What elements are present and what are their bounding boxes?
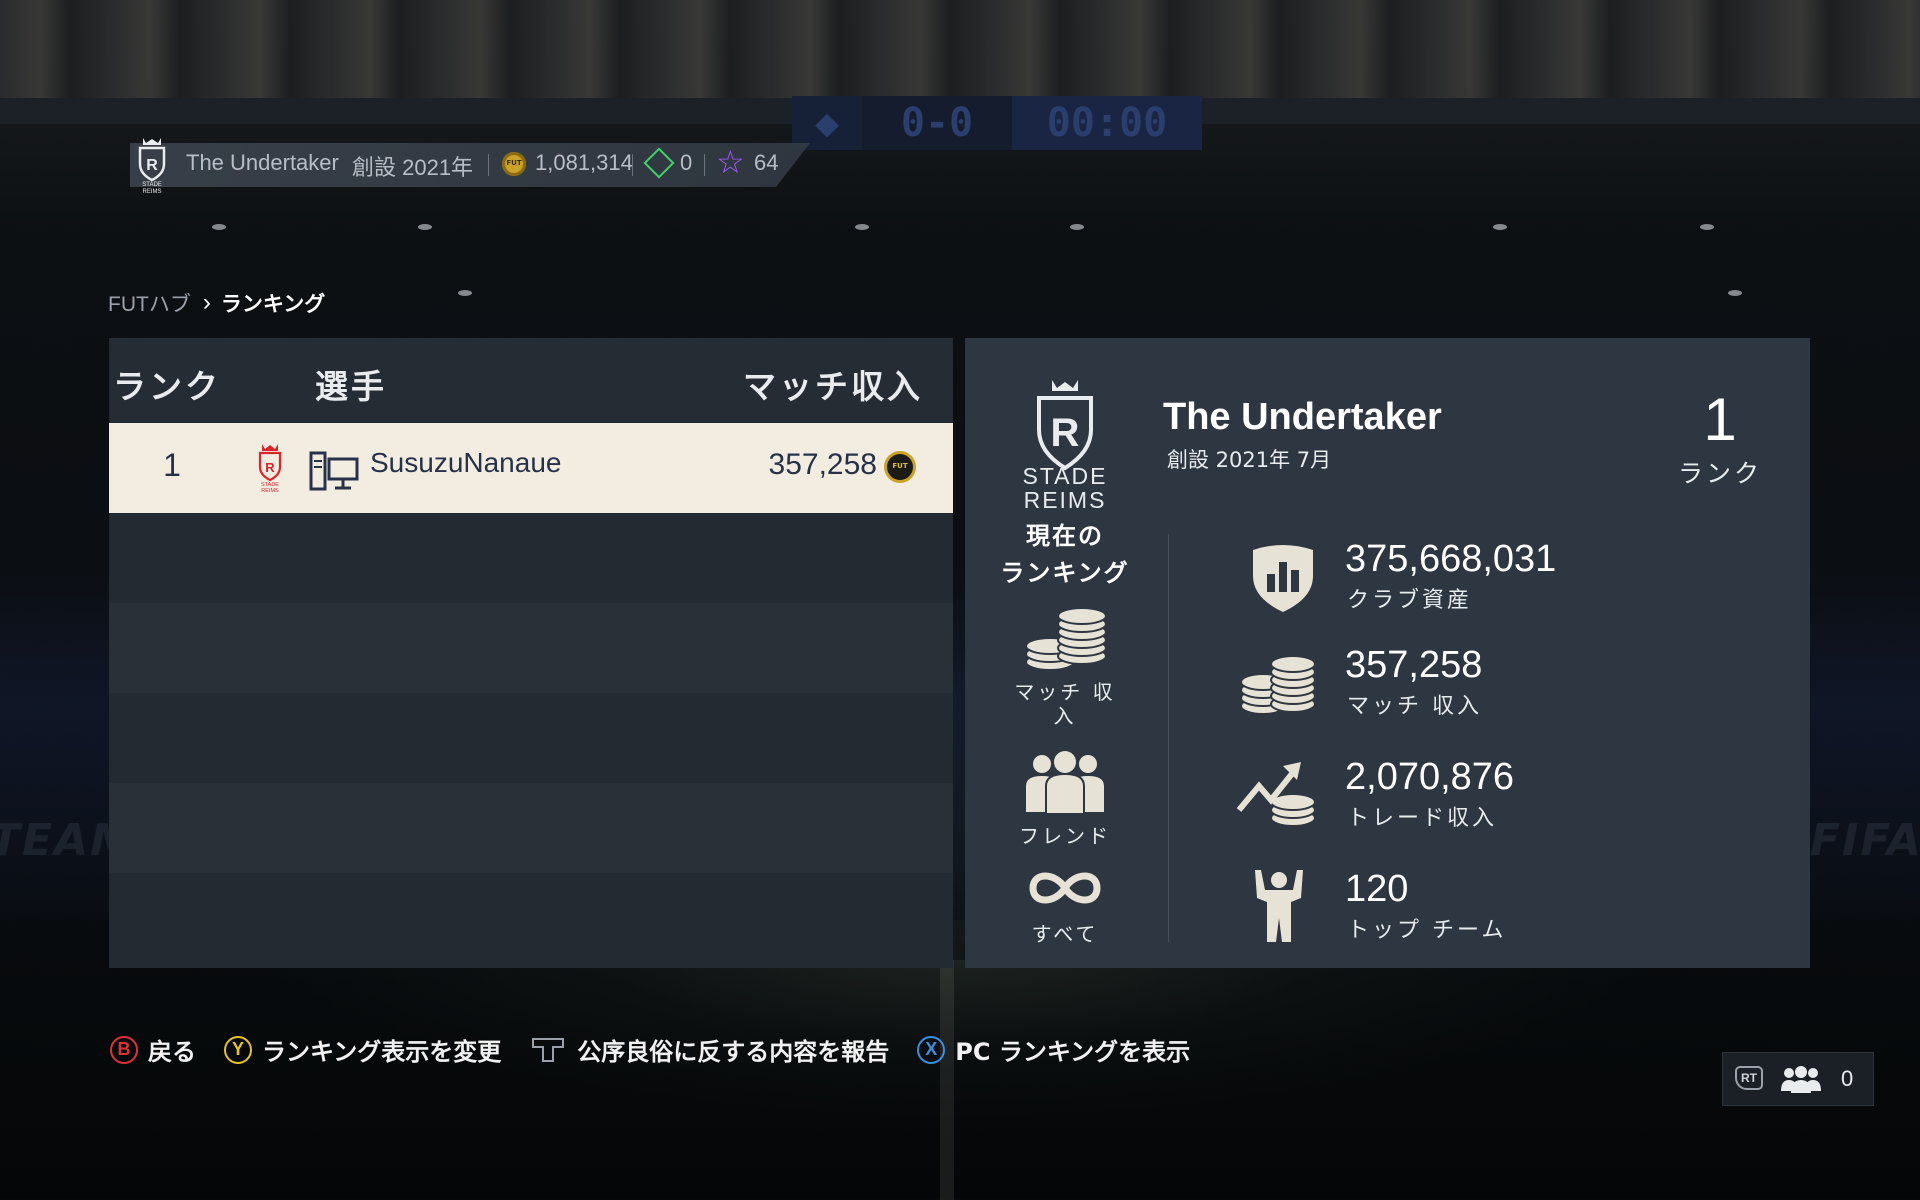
x-button-icon: X	[917, 1035, 946, 1064]
table-row-empty	[109, 693, 953, 783]
watermark-right: FIFA2	[1810, 815, 1920, 866]
breadcrumb-root[interactable]: FUTハブ	[108, 288, 191, 318]
svg-text:REIMS: REIMS	[261, 488, 279, 493]
svg-text:REIMS: REIMS	[142, 189, 161, 194]
coins-icon	[1240, 655, 1316, 715]
pitch-line	[940, 960, 954, 1200]
rt-button-icon: RT	[1735, 1066, 1763, 1090]
crest-text: STADE REIMS	[1022, 463, 1108, 513]
infinity-icon	[1029, 872, 1101, 904]
category-friends[interactable]: フレンド	[985, 750, 1145, 848]
fut-champs-star-icon: ☆	[716, 143, 745, 181]
coin-icon	[887, 454, 913, 480]
report-button[interactable]: 公序良俗に反する内容を報告	[529, 1032, 889, 1067]
svg-text:STADE: STADE	[142, 182, 162, 188]
table-row-empty	[109, 603, 953, 693]
column-header-player: 選手	[315, 367, 387, 406]
controller-hints: B 戻る Y ランキング表示を変更 公序良俗に反する内容を報告 X PC ランキ…	[110, 1032, 1218, 1067]
stat-trade-earnings: 2,070,876 トレード収入	[1215, 756, 1775, 846]
header-founded: 創設 2021年	[352, 155, 474, 180]
leaderboard-table: ランク 選手 マッチ収入 1 R STADE REIMS SusuzuNanau…	[109, 338, 953, 968]
change-view-button[interactable]: Y ランキング表示を変更	[224, 1032, 501, 1067]
column-header-earnings: マッチ収入	[743, 367, 923, 406]
trade-earnings-icon	[1236, 762, 1316, 827]
friends-group-icon	[1781, 1066, 1821, 1093]
stadium-scoreboard: ◆ 0-0 00:00	[792, 96, 1202, 150]
friends-count: 0	[1841, 1066, 1854, 1091]
breadcrumb: FUTハブ › ランキング	[108, 288, 325, 318]
club-detail-panel: R STADE REIMS The Undertaker 創設 2021年 7月…	[965, 338, 1810, 968]
club-crest-icon: R STADE REIMS	[138, 138, 166, 194]
back-button[interactable]: B 戻る	[110, 1032, 196, 1067]
table-row[interactable]: 1 R STADE REIMS SusuzuNanaue 357,258	[109, 423, 953, 513]
header-ea-points: 0	[680, 150, 693, 175]
pitch	[0, 960, 1920, 1200]
top-team-player-icon	[1255, 870, 1303, 942]
view-button-icon	[532, 1037, 565, 1062]
detail-rank-value: 1	[1703, 386, 1737, 453]
coin-icon	[502, 152, 526, 176]
detail-founded: 創設 2021年 7月	[1167, 448, 1332, 472]
pc-console-icon	[309, 451, 359, 491]
club-crest-icon: R STADE REIMS	[258, 444, 282, 493]
svg-text:R: R	[146, 157, 158, 174]
row-earnings: 357,258	[768, 448, 877, 481]
friends-online-widget[interactable]: RT 0	[1722, 1052, 1874, 1106]
table-header: ランク 選手 マッチ収入	[109, 338, 953, 422]
table-row-empty	[109, 513, 953, 603]
header-coins: 1,081,314	[535, 150, 633, 175]
svg-text:R: R	[265, 460, 275, 475]
coins-stack-icon	[1025, 607, 1107, 671]
row-rank: 1	[163, 447, 181, 483]
stat-top-team: 120 トップ チーム	[1215, 868, 1775, 958]
category-all[interactable]: すべて	[985, 868, 1145, 946]
breadcrumb-current: ランキング	[220, 293, 326, 316]
panel-divider	[1168, 534, 1169, 942]
table-row-empty	[109, 873, 953, 968]
row-player-name: SusuzuNanaue	[370, 447, 562, 478]
category-match-earnings[interactable]: マッチ 収入	[985, 604, 1145, 728]
header-fut-champs-points: 64	[754, 150, 779, 175]
detail-club-name: The Undertaker	[1163, 396, 1442, 438]
club-value-shield-icon	[1253, 545, 1313, 612]
chevron-right-icon: ›	[202, 289, 211, 316]
detail-rank-label: ランク	[1677, 459, 1762, 488]
b-button-icon: B	[110, 1035, 138, 1064]
column-header-rank: ランク	[113, 367, 221, 406]
current-ranking-title: 現在の ランキング	[1000, 522, 1130, 587]
friends-icon	[1026, 751, 1104, 815]
stat-match-earnings: 357,258 マッチ 収入	[1215, 644, 1775, 734]
pc-ranking-button[interactable]: X PC ランキングを表示	[917, 1032, 1190, 1067]
y-button-icon: Y	[224, 1035, 252, 1064]
table-row-empty	[109, 783, 953, 873]
stat-club-value: 375,668,031 クラブ資産	[1215, 538, 1775, 628]
svg-text:R: R	[1051, 411, 1080, 455]
header-club-name: The Undertaker	[186, 150, 339, 175]
